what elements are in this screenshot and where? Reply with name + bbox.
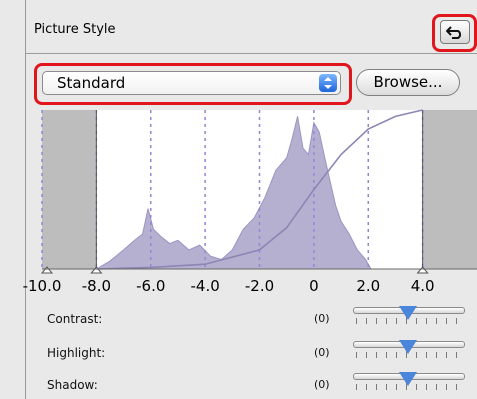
slider-tick [376,352,377,358]
slider-tick [446,352,447,358]
slider-tick [406,382,407,390]
x-tick-label-1: -8.0 [81,277,112,295]
clipped-region-1 [422,110,477,269]
shadow-ticks [356,382,460,390]
slider-tick [426,352,427,358]
slider-tick [416,318,417,324]
contrast-value: (0) [314,312,330,325]
slider-tick [396,384,397,390]
slider-tick [376,318,377,324]
slider-tick [386,318,387,324]
x-tick-label-5: 0 [309,277,319,295]
slider-tick [376,384,377,390]
x-tick-label-6: 2.0 [356,277,381,295]
slider-tick [396,352,397,358]
slider-tick [416,352,417,358]
x-tick-label-4: -2.0 [244,277,275,295]
slider-tick [356,352,357,358]
contrast-label: Contrast: [47,312,103,326]
slider-tick [436,352,437,358]
slider-tick [416,384,417,390]
x-tick-label-0: -10.0 [22,277,62,295]
contrast-ticks [356,316,460,324]
slider-tick [356,318,357,324]
slider-tick [436,318,437,324]
slider-tick [366,318,367,324]
picture-style-panel: Picture Style Standard Browse... -10.0 -8… [0,0,477,399]
slider-tick [406,316,407,324]
shadow-label: Shadow: [47,378,98,392]
slider-tick [426,384,427,390]
slider-tick [396,318,397,324]
clipped-region-0 [42,110,97,269]
slider-tick [386,352,387,358]
slider-tick [426,318,427,324]
x-tick-label-7: 4.0 [410,277,435,295]
shadow-value: (0) [314,378,330,391]
slider-tick [366,384,367,390]
slider-tick [456,318,457,324]
slider-tick [436,384,437,390]
slider-tick [366,352,367,358]
highlight-label: Highlight: [47,346,106,360]
slider-tick [446,384,447,390]
highlight-value: (0) [314,346,330,359]
x-tick-label-2: -6.0 [136,277,166,295]
slider-tick [386,384,387,390]
highlight-ticks [356,350,460,358]
slider-tick [456,384,457,390]
slider-tick [446,318,447,324]
slider-tick [456,352,457,358]
slider-tick [356,384,357,390]
x-tick-label-3: -4.0 [190,277,220,295]
slider-tick [406,350,407,358]
